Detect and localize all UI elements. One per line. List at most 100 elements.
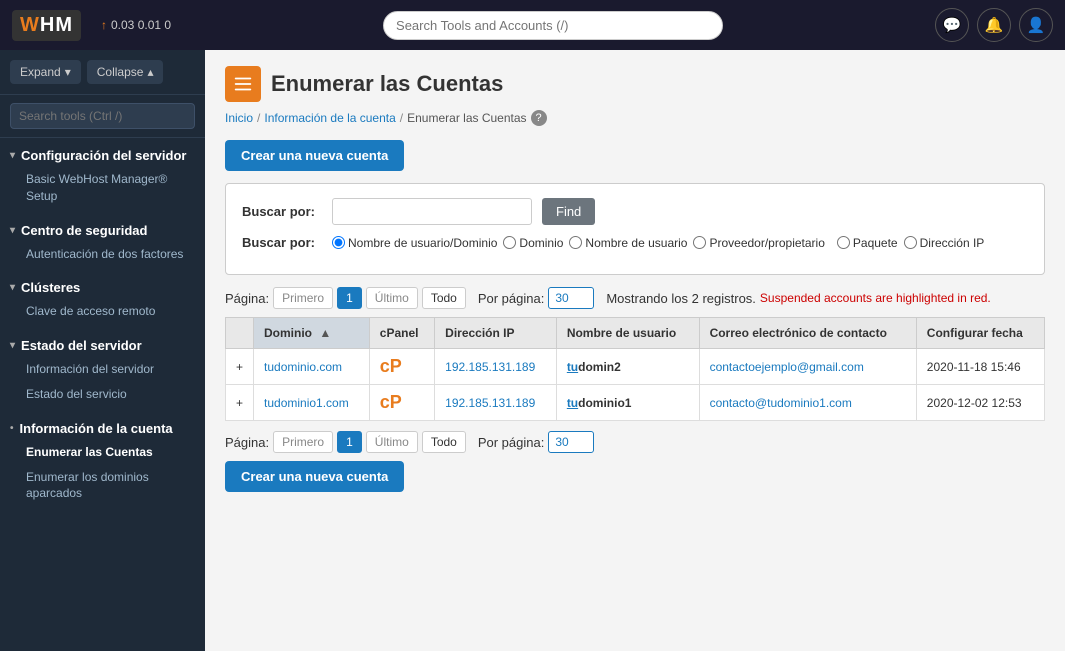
create-account-button-bottom[interactable]: Crear una nueva cuenta <box>225 461 404 492</box>
domain-link-2[interactable]: tudominio1.com <box>264 396 349 410</box>
table-row: + tudominio1.com cP 192.185.131.189 <box>226 385 1045 421</box>
sidebar-item-server-info[interactable]: Información del servidor <box>10 357 195 382</box>
radio-username[interactable]: Nombre de usuario <box>569 236 687 250</box>
sidebar-item-enumerar-cuentas[interactable]: Enumerar las Cuentas <box>10 440 195 465</box>
current-page-top: 1 <box>337 287 362 309</box>
server-stats: ↑ 0.03 0.01 0 <box>101 18 171 32</box>
username-2: tudominio1 <box>567 396 632 410</box>
all-pages-button-bottom[interactable]: Todo <box>422 431 466 453</box>
first-page-button-top[interactable]: Primero <box>273 287 333 309</box>
last-page-button-top[interactable]: Último <box>366 287 418 309</box>
radio-provider[interactable]: Proveedor/propietario <box>693 236 824 250</box>
sidebar-search-input[interactable] <box>10 103 195 129</box>
sidebar-item-service-status[interactable]: Estado del servicio <box>10 382 195 407</box>
topbar-icons: 💬 🔔 👤 <box>935 8 1053 42</box>
col-expand <box>226 318 254 349</box>
expand-cell-1[interactable]: + <box>226 349 254 385</box>
email-link-1[interactable]: contactoejemplo@gmail.com <box>710 360 864 374</box>
page-label-bottom: Página: <box>225 435 269 450</box>
username-cell-1: tudomin2 <box>556 349 699 385</box>
col-username: Nombre de usuario <box>556 318 699 349</box>
radio-username-input[interactable] <box>569 236 582 249</box>
search-radio-row: Buscar por: Nombre de usuario/Dominio Do… <box>242 235 1028 250</box>
col-cpanel: cPanel <box>369 318 434 349</box>
sidebar-section-header-seguridad[interactable]: ▾ Centro de seguridad <box>10 223 195 238</box>
col-date: Configurar fecha <box>916 318 1044 349</box>
col-email: Correo electrónico de contacto <box>699 318 916 349</box>
notifications-icon-button[interactable]: 🔔 <box>977 8 1011 42</box>
username-1: tudomin2 <box>567 360 621 374</box>
pagination-bottom: Página: Primero 1 Último Todo Por página… <box>225 431 1045 453</box>
breadcrumb-home[interactable]: Inicio <box>225 111 253 125</box>
date-cell-2: 2020-12-02 12:53 <box>916 385 1044 421</box>
radio-username-domain[interactable]: Nombre de usuario/Dominio <box>332 236 497 250</box>
find-button[interactable]: Find <box>542 198 595 225</box>
chevron-down-icon: ▾ <box>10 225 15 236</box>
topbar: WHM ↑ 0.03 0.01 0 💬 🔔 👤 <box>0 0 1065 50</box>
sidebar-item-basic-setup[interactable]: Basic WebHost Manager® Setup <box>10 167 195 209</box>
per-page-label-bottom: Por página: <box>478 435 545 450</box>
cpanel-cell-2: cP <box>369 385 434 421</box>
chat-icon-button[interactable]: 💬 <box>935 8 969 42</box>
search-box: Buscar por: Find Buscar por: Nombre de u… <box>225 183 1045 275</box>
ip-link-1[interactable]: 192.185.131.189 <box>445 360 535 374</box>
content-inner: Enumerar las Cuentas Inicio / Informació… <box>205 50 1065 512</box>
cpanel-icon-2[interactable]: cP <box>380 392 402 412</box>
suspended-note: Suspended accounts are highlighted in re… <box>760 291 991 305</box>
domain-link-1[interactable]: tudominio.com <box>264 360 342 374</box>
buscar-por-label2: Buscar por: <box>242 235 322 250</box>
email-cell-1: contactoejemplo@gmail.com <box>699 349 916 385</box>
whm-logo: WHM <box>12 10 81 41</box>
sidebar-section-header-estado[interactable]: ▾ Estado del servidor <box>10 338 195 353</box>
sidebar-item-enumerar-dominios[interactable]: Enumerar los dominios aparcados <box>10 465 195 507</box>
email-cell-2: contacto@tudominio1.com <box>699 385 916 421</box>
col-ip: Dirección IP <box>435 318 557 349</box>
create-account-button-top[interactable]: Crear una nueva cuenta <box>225 140 404 171</box>
radio-domain-input[interactable] <box>503 236 516 249</box>
user-icon-button[interactable]: 👤 <box>1019 8 1053 42</box>
global-search-input[interactable] <box>383 11 723 40</box>
radio-group: Nombre de usuario/Dominio Dominio Nombre… <box>332 235 984 250</box>
list-icon <box>232 73 254 95</box>
page-label-top: Página: <box>225 291 269 306</box>
col-domain[interactable]: Dominio ▲ <box>254 318 370 349</box>
radio-username-domain-input[interactable] <box>332 236 345 249</box>
chevron-down-icon: ▾ <box>10 282 15 293</box>
help-icon[interactable]: ? <box>531 110 547 126</box>
buscar-input[interactable] <box>332 198 532 225</box>
radio-domain[interactable]: Dominio <box>503 236 563 250</box>
ip-cell-1: 192.185.131.189 <box>435 349 557 385</box>
all-pages-button-top[interactable]: Todo <box>422 287 466 309</box>
radio-ip-input[interactable] <box>904 236 917 249</box>
radio-package-input[interactable] <box>837 236 850 249</box>
sidebar-section-header-infocuenta[interactable]: • Información de la cuenta <box>10 421 195 436</box>
email-link-2[interactable]: contacto@tudominio1.com <box>710 396 852 410</box>
sidebar-item-remote-key[interactable]: Clave de acceso remoto <box>10 299 195 324</box>
content-area: Enumerar las Cuentas Inicio / Informació… <box>205 50 1065 651</box>
sidebar-section-header-clusteres[interactable]: ▾ Clústeres <box>10 280 195 295</box>
radio-provider-input[interactable] <box>693 236 706 249</box>
radio-ip[interactable]: Dirección IP <box>904 236 985 250</box>
collapse-button[interactable]: Collapse ▴ <box>87 60 164 84</box>
radio-package[interactable]: Paquete <box>837 236 898 250</box>
per-page-input-bottom[interactable] <box>548 431 594 453</box>
sidebar-expand-btns: Expand ▾ Collapse ▴ <box>0 50 205 95</box>
per-page-label-top: Por página: <box>478 291 545 306</box>
expand-button[interactable]: Expand ▾ <box>10 60 81 84</box>
domain-cell-1: tudominio.com <box>254 349 370 385</box>
sidebar-item-two-factor[interactable]: Autenticación de dos factores <box>10 242 195 267</box>
last-page-button-bottom[interactable]: Último <box>366 431 418 453</box>
table-header: Dominio ▲ cPanel Dirección IP Nombre de … <box>226 318 1045 349</box>
sidebar: Expand ▾ Collapse ▴ ▾ Configuración del … <box>0 50 205 651</box>
sidebar-section-header-configuracion[interactable]: ▾ Configuración del servidor <box>10 148 195 163</box>
sidebar-section-configuracion: ▾ Configuración del servidor Basic WebHo… <box>0 138 205 213</box>
expand-cell-2[interactable]: + <box>226 385 254 421</box>
first-page-button-bottom[interactable]: Primero <box>273 431 333 453</box>
search-input-row: Buscar por: Find <box>242 198 1028 225</box>
ip-link-2[interactable]: 192.185.131.189 <box>445 396 535 410</box>
breadcrumb-current: Enumerar las Cuentas <box>407 111 526 125</box>
breadcrumb-section[interactable]: Información de la cuenta <box>264 111 395 125</box>
per-page-input-top[interactable] <box>548 287 594 309</box>
current-page-bottom: 1 <box>337 431 362 453</box>
cpanel-icon-1[interactable]: cP <box>380 356 402 376</box>
